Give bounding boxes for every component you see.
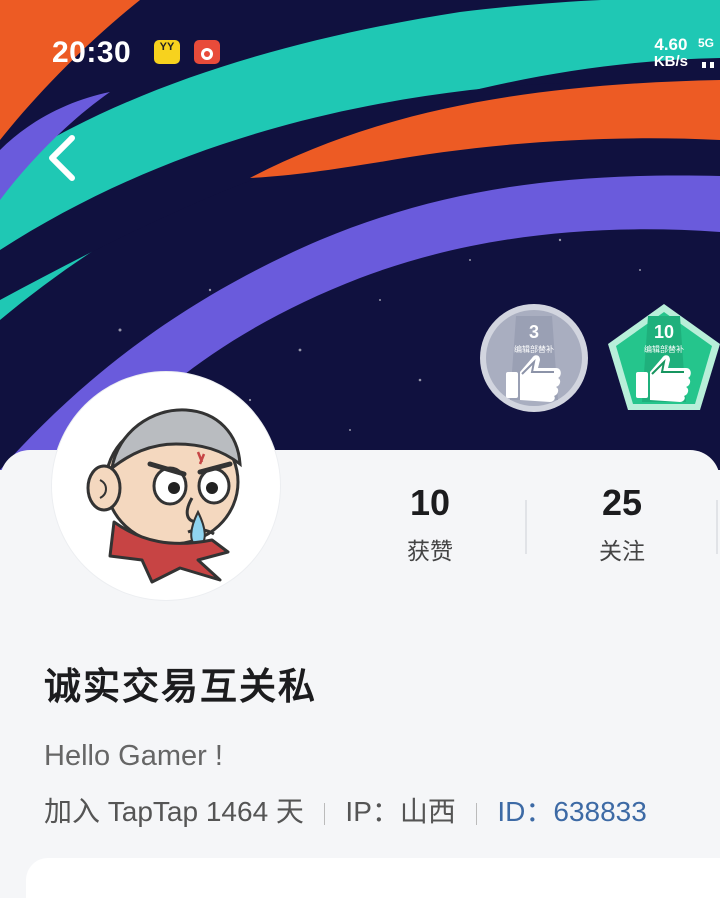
status-bar: 20:30 YY 4.60 KB/s 5G	[0, 30, 720, 74]
red-app-icon	[194, 40, 220, 64]
avatar[interactable]	[52, 372, 280, 600]
badge-10-caption: 编辑部替补	[644, 344, 684, 354]
likes-count: 10	[409, 482, 451, 523]
user-meta-row: 加入 TapTap 1464 天 IP：山西 ID：638833	[44, 790, 647, 830]
content-card	[26, 858, 720, 898]
badge-level-3[interactable]: 3 编辑部替补	[478, 302, 590, 414]
badge-3-caption: 编辑部替补	[514, 344, 554, 354]
signal-icon	[702, 60, 716, 68]
avatar-cartoon-image	[86, 408, 242, 584]
following-label: 关注	[599, 539, 645, 565]
join-duration: 加入 TapTap 1464 天	[44, 796, 304, 827]
ip-location: IP：山西	[345, 796, 456, 827]
meta-separator	[475, 802, 478, 825]
user-bio: Hello Gamer !	[44, 740, 223, 772]
badge-3-level: 3	[529, 322, 539, 342]
meta-separator	[323, 802, 326, 825]
status-time: 20:30	[52, 36, 132, 69]
badge-10-level: 10	[654, 322, 674, 342]
likes-label: 获赞	[407, 539, 453, 565]
back-button[interactable]	[38, 130, 86, 186]
net-speed-indicator: 4.60 KB/s	[653, 35, 688, 70]
stat-likes[interactable]: 10 获赞	[330, 480, 530, 566]
username: 诚实交易互关私	[44, 665, 317, 708]
following-count: 25	[601, 482, 643, 523]
chevron-left-icon	[49, 135, 75, 181]
network-type-label: 5G	[697, 36, 714, 50]
stat-divider	[716, 500, 718, 554]
user-id[interactable]: ID：638833	[497, 796, 646, 827]
badge-level-10[interactable]: 10 编辑部替补	[606, 302, 720, 414]
yy-app-icon: YY	[154, 40, 180, 64]
stat-following[interactable]: 25 关注	[522, 480, 720, 566]
